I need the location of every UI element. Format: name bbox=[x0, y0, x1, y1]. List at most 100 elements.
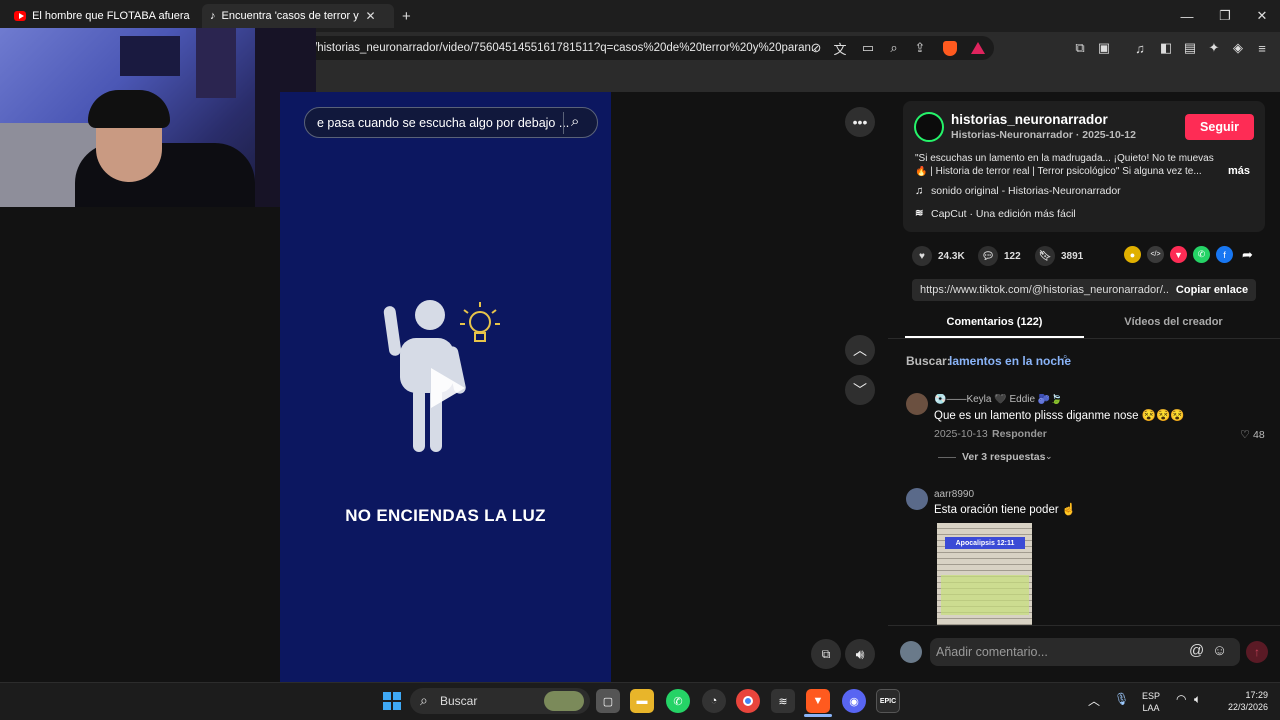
tab-title: Encuentra 'casos de terror y para bbox=[221, 10, 360, 22]
media-icon[interactable]: ♫ bbox=[1128, 36, 1152, 60]
more-description-link[interactable]: más bbox=[1228, 165, 1250, 177]
divider bbox=[888, 338, 1280, 339]
menu-icon[interactable]: ≡ bbox=[1250, 36, 1274, 60]
search-icon[interactable]: ⌕ bbox=[571, 113, 579, 130]
chrome-icon[interactable] bbox=[736, 689, 760, 713]
whatsapp-app-icon[interactable]: ✆ bbox=[666, 689, 690, 713]
save-button[interactable]: 🔖︎ 3891 bbox=[1035, 246, 1083, 266]
gift-icon[interactable]: ● bbox=[1124, 246, 1141, 263]
bookmark-icon: 🔖︎ bbox=[1035, 246, 1055, 266]
post-comment-button[interactable]: ↑ bbox=[1246, 641, 1268, 663]
search-icon: ⌕ bbox=[1063, 352, 1068, 361]
next-video-button[interactable]: ﹀ bbox=[845, 375, 875, 405]
cast-icon[interactable]: ▭ bbox=[856, 36, 880, 60]
reply-button[interactable]: Responder bbox=[992, 428, 1047, 440]
epic-games-icon[interactable]: EPIC bbox=[876, 689, 900, 713]
video-link-field[interactable]: https://www.tiktok.com/@historias_neuron… bbox=[912, 279, 1168, 301]
browser-tab-active[interactable]: ♪ Encuentra 'casos de terror y para ✕ bbox=[202, 4, 394, 28]
search-highlight-image bbox=[544, 691, 584, 711]
comment-author[interactable]: 💿——Keyla 🖤 Eddie 🫐🍃 bbox=[934, 394, 1063, 405]
creator-nickname-date: Historias-Neuronarrador · 2025-10-12 bbox=[951, 129, 1136, 141]
taskbar-search-label: Buscar bbox=[440, 694, 478, 708]
file-explorer-icon[interactable]: ▬ bbox=[630, 689, 654, 713]
like-button[interactable]: ♥ 24.3K bbox=[912, 246, 965, 266]
wifi-icon[interactable]: ◠ bbox=[1176, 692, 1186, 706]
comment-button[interactable]: 💬︎ 122 bbox=[978, 246, 1021, 266]
capcut-app-icon[interactable]: ≋ bbox=[771, 689, 795, 713]
microphone-icon[interactable]: 🎙︎ bbox=[1114, 692, 1129, 706]
extensions-icon[interactable]: ⧉ bbox=[1068, 36, 1092, 60]
leo-ai-icon[interactable]: ✦ bbox=[1202, 36, 1226, 60]
reader-icon[interactable]: ▣ bbox=[1092, 36, 1116, 60]
youtube-icon bbox=[14, 11, 27, 21]
like-count: 24.3K bbox=[938, 250, 965, 262]
whatsapp-icon[interactable]: ✆ bbox=[1193, 246, 1210, 263]
send-icon[interactable]: ▼ bbox=[1170, 246, 1187, 263]
video-description-line2: 🔥 | Historia de terror real | Terror psi… bbox=[915, 166, 1202, 177]
sidebar-icon[interactable]: ◧ bbox=[1154, 36, 1178, 60]
tab-close-icon[interactable]: ✕ bbox=[366, 9, 376, 23]
chevron-up-icon[interactable]: ︿ bbox=[1088, 692, 1100, 709]
clock[interactable]: 17:29 22/3/2026 bbox=[1216, 689, 1268, 713]
minimize-button[interactable]: — bbox=[1168, 0, 1206, 32]
comment-text: Esta oración tiene poder ☝️ bbox=[934, 504, 1077, 516]
close-window-button[interactable]: ✕ bbox=[1243, 0, 1280, 32]
person-hair bbox=[88, 90, 170, 128]
copy-link-button[interactable]: Copiar enlace bbox=[1168, 279, 1256, 301]
zoom-icon[interactable]: ⌕ bbox=[882, 36, 906, 60]
task-view-icon[interactable]: ▢ bbox=[596, 689, 620, 713]
brave-rewards-icon[interactable] bbox=[966, 36, 990, 60]
translate-icon[interactable]: 文 bbox=[828, 36, 852, 60]
maximize-button[interactable]: ❐ bbox=[1206, 0, 1244, 32]
taskbar-search[interactable]: ⌕ Buscar bbox=[410, 688, 590, 714]
embed-icon[interactable]: </> bbox=[1147, 246, 1164, 263]
tab-creator-videos[interactable]: Vídeos del creador bbox=[1084, 316, 1263, 328]
play-icon[interactable] bbox=[425, 366, 469, 410]
capcut-link[interactable]: CapCut · Una edición más fácil bbox=[931, 208, 1076, 220]
comment-like-icon[interactable]: ♡ bbox=[1240, 428, 1250, 441]
view-replies-button[interactable]: Ver 3 respuestas bbox=[962, 451, 1045, 463]
language-indicator[interactable]: ESP LAA bbox=[1138, 690, 1164, 714]
search-suggest-link[interactable]: lamentos en la noche bbox=[949, 354, 1071, 368]
brave-shield-icon[interactable] bbox=[938, 36, 962, 60]
facebook-icon[interactable]: f bbox=[1216, 246, 1233, 263]
discord-icon[interactable]: ◉ bbox=[842, 689, 866, 713]
comment-author[interactable]: aarr8990 bbox=[934, 489, 974, 500]
wallet-icon[interactable]: ▤ bbox=[1178, 36, 1202, 60]
poster-shape bbox=[196, 28, 236, 98]
windows-start-icon[interactable] bbox=[380, 689, 404, 713]
tab-comments[interactable]: Comentarios (122) bbox=[905, 316, 1084, 328]
music-note-icon: ♫ bbox=[915, 185, 924, 197]
brave-app-icon[interactable]: ▼ bbox=[806, 689, 830, 713]
follow-button[interactable]: Seguir bbox=[1185, 114, 1254, 140]
search-query: e pasa cuando se escucha algo por debajo… bbox=[317, 115, 570, 130]
language-code: ESP bbox=[1141, 691, 1160, 701]
share-page-icon[interactable]: ⇪ bbox=[908, 36, 932, 60]
user-avatar[interactable] bbox=[900, 641, 922, 663]
emoji-icon[interactable]: ☺ bbox=[1212, 642, 1227, 659]
mention-icon[interactable]: @ bbox=[1189, 642, 1204, 659]
sound-link[interactable]: sonido original - Historias-Neuronarrado… bbox=[931, 185, 1121, 197]
share-arrow-icon[interactable]: ➦ bbox=[1239, 246, 1256, 263]
previous-video-button[interactable]: ︿ bbox=[845, 335, 875, 365]
more-options-button[interactable]: ••• bbox=[845, 107, 875, 137]
vpn-icon[interactable]: ◈ bbox=[1226, 36, 1250, 60]
speaker-icon[interactable]: 🔈︎ bbox=[1194, 692, 1201, 707]
comment-text: Que es un lamento plisss diganme nose 😵😵… bbox=[934, 410, 1185, 422]
highlight-label: Apocalipsis 12:11 bbox=[945, 537, 1025, 549]
floating-player-button[interactable]: ⧉ bbox=[811, 639, 841, 669]
translate-off-icon[interactable]: ⊘ bbox=[804, 36, 828, 60]
volume-icon[interactable]: 🔊︎ bbox=[845, 639, 875, 669]
browser-tab[interactable]: El hombre que FLOTABA afuera de M bbox=[6, 4, 200, 28]
creator-username[interactable]: historias_neuronarrador bbox=[951, 112, 1108, 127]
comment-avatar[interactable] bbox=[906, 488, 928, 510]
app-icon[interactable]: ◔ bbox=[702, 689, 726, 713]
comment-image[interactable]: Apocalipsis 12:11 bbox=[937, 523, 1032, 625]
tiktok-icon: ♪ bbox=[210, 10, 216, 22]
creator-avatar[interactable] bbox=[914, 112, 944, 142]
chevron-down-icon: ⌄ bbox=[1045, 451, 1053, 461]
comment-avatar[interactable] bbox=[906, 393, 928, 415]
active-app-indicator bbox=[804, 714, 832, 717]
new-tab-button[interactable]: + bbox=[402, 8, 411, 25]
search-input[interactable]: e pasa cuando se escucha algo por debajo… bbox=[304, 107, 598, 138]
